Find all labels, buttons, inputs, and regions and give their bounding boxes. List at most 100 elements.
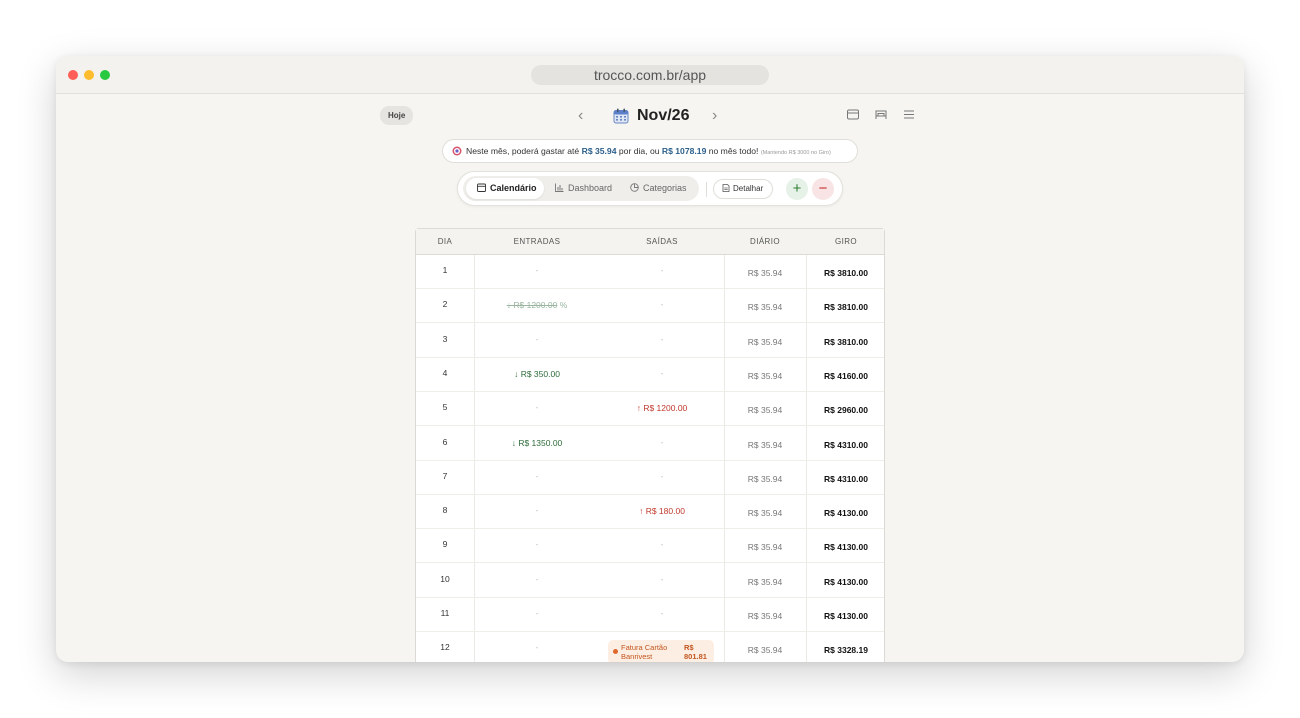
- pie-chart-icon: [630, 183, 639, 192]
- cell-entradas[interactable]: -: [474, 529, 600, 563]
- cell-saidas[interactable]: -: [600, 461, 724, 495]
- cell-entradas[interactable]: ↓ R$ 1200.00 %: [474, 289, 600, 323]
- add-expense-button[interactable]: −: [812, 178, 834, 200]
- cell-diario: R$ 35.94: [724, 358, 806, 392]
- day-number: 4: [442, 367, 448, 378]
- cell-giro: R$ 3328.19: [806, 632, 886, 662]
- list-view-icon[interactable]: [903, 109, 915, 120]
- cell-diario: R$ 35.94: [724, 255, 806, 289]
- cell-saidas[interactable]: -: [600, 289, 724, 323]
- cell-giro: R$ 3810.00: [806, 255, 886, 289]
- cell-saidas[interactable]: ↑ R$ 180.00: [600, 495, 724, 529]
- today-button[interactable]: Hoje: [380, 106, 414, 125]
- tab-calendario[interactable]: Calendário: [466, 178, 544, 199]
- empty-value: -: [535, 403, 539, 413]
- expense-chip[interactable]: Fatura Cartão Banrivest R$ 801.81: [608, 640, 714, 662]
- empty-value: -: [660, 471, 664, 481]
- cell-saidas[interactable]: -: [600, 564, 724, 598]
- cell-saidas[interactable]: -: [600, 324, 724, 358]
- header-dia: DIA: [437, 237, 453, 246]
- daily-value: R$ 35.94: [747, 473, 783, 484]
- empty-value: -: [660, 609, 664, 618]
- banner-daily-amount: R$ 35.94: [581, 146, 617, 156]
- cell-entradas[interactable]: -: [474, 461, 600, 495]
- cell-diario: R$ 35.94: [724, 324, 806, 358]
- empty-value: -: [535, 266, 539, 275]
- daily-value: R$ 35.94: [747, 542, 783, 553]
- cell-diario: R$ 35.94: [724, 564, 806, 598]
- cell-saidas[interactable]: -: [600, 255, 724, 289]
- chevron-right-icon[interactable]: ›: [712, 107, 717, 125]
- cell-dia: 7: [416, 461, 474, 495]
- cell-entradas[interactable]: -: [474, 392, 600, 426]
- empty-value: -: [660, 266, 664, 275]
- income-amount: ↓ R$ 1350.00: [511, 437, 563, 448]
- empty-value: -: [660, 368, 664, 378]
- daily-value: R$ 35.94: [747, 405, 783, 416]
- close-window-button[interactable]: [68, 70, 78, 80]
- balance-value: R$ 2960.00: [824, 405, 868, 416]
- spending-banner: Neste mês, poderá gastar até R$ 35.94 po…: [442, 139, 858, 163]
- income-amount: ↓ R$ 1200.00: [506, 300, 558, 311]
- title-bar: trocco.com.br/app: [56, 56, 1244, 94]
- cell-diario: R$ 35.94: [724, 632, 806, 662]
- cell-diario: R$ 35.94: [724, 392, 806, 426]
- maximize-window-button[interactable]: [100, 70, 110, 80]
- chevron-left-icon[interactable]: ‹: [578, 107, 583, 125]
- calendar-table: DIA ENTRADAS SAÍDAS DIÁRIO GIRO 1 - - R$ 35…: [415, 228, 885, 662]
- cell-giro: R$ 2960.00: [806, 392, 886, 426]
- empty-value: -: [660, 574, 664, 584]
- day-number: 12: [440, 642, 450, 653]
- day-number: 5: [442, 402, 448, 413]
- bed-view-icon[interactable]: [875, 109, 887, 120]
- toolbar-divider: [706, 182, 707, 197]
- chip-value: R$ 801.81: [684, 643, 707, 662]
- cell-entradas[interactable]: -: [474, 564, 600, 598]
- cell-entradas[interactable]: -: [474, 632, 600, 662]
- cell-giro: R$ 3810.00: [806, 324, 886, 358]
- cell-saidas[interactable]: -: [600, 358, 724, 392]
- cell-saidas[interactable]: -: [600, 529, 724, 563]
- cell-entradas[interactable]: ↓ R$ 1350.00: [474, 427, 600, 461]
- header-entradas: ENTRADAS: [513, 237, 561, 246]
- header-saidas: SAÍDAS: [646, 237, 678, 246]
- day-number: 1: [442, 265, 448, 275]
- tab-categorias-label: Categorias: [643, 183, 687, 193]
- empty-value: -: [535, 471, 539, 481]
- status-dot-icon: [613, 649, 618, 655]
- browser-window: trocco.com.br/app Hoje ‹ Nov/26 › Neste …: [56, 56, 1244, 662]
- table-row: 3 - - R$ 35.94 R$ 3810.00: [416, 324, 884, 358]
- cell-entradas[interactable]: -: [474, 495, 600, 529]
- cell-diario: R$ 35.94: [724, 598, 806, 632]
- add-income-button[interactable]: +: [786, 178, 808, 200]
- tab-categorias[interactable]: Categorias: [624, 178, 696, 199]
- empty-value: -: [660, 437, 664, 447]
- header-diario: DIÁRIO: [750, 237, 780, 246]
- day-number: 6: [442, 436, 448, 447]
- income-amount: ↓ R$ 350.00: [514, 368, 560, 379]
- detail-button[interactable]: Detalhar: [713, 179, 773, 199]
- cell-saidas[interactable]: -: [600, 598, 724, 632]
- balance-value: R$ 4130.00: [824, 576, 868, 587]
- cell-saidas[interactable]: Fatura Cartão Banrivest R$ 801.81: [600, 632, 724, 662]
- cell-entradas[interactable]: ↓ R$ 350.00: [474, 358, 600, 392]
- cell-saidas[interactable]: ↑ R$ 1200.00: [600, 392, 724, 426]
- balance-value: R$ 4160.00: [824, 370, 868, 381]
- address-bar[interactable]: trocco.com.br/app: [531, 65, 769, 85]
- daily-value: R$ 35.94: [747, 370, 783, 381]
- cell-entradas[interactable]: -: [474, 324, 600, 358]
- table-header: DIA ENTRADAS SAÍDAS DIÁRIO GIRO: [416, 229, 884, 255]
- cell-entradas[interactable]: -: [474, 598, 600, 632]
- table-row: 6 ↓ R$ 1350.00 - R$ 35.94 R$ 4310.00: [416, 427, 884, 461]
- cell-entradas[interactable]: -: [474, 255, 600, 289]
- card-view-icon[interactable]: [847, 109, 859, 120]
- empty-value: -: [535, 609, 539, 618]
- day-number: 3: [442, 333, 448, 344]
- bar-chart-icon: [555, 183, 564, 192]
- tab-dashboard[interactable]: Dashboard: [549, 178, 619, 199]
- cell-saidas[interactable]: -: [600, 427, 724, 461]
- minimize-window-button[interactable]: [84, 70, 94, 80]
- day-number: 8: [442, 505, 448, 516]
- day-number: 10: [440, 573, 450, 584]
- balance-value: R$ 3810.00: [824, 268, 868, 278]
